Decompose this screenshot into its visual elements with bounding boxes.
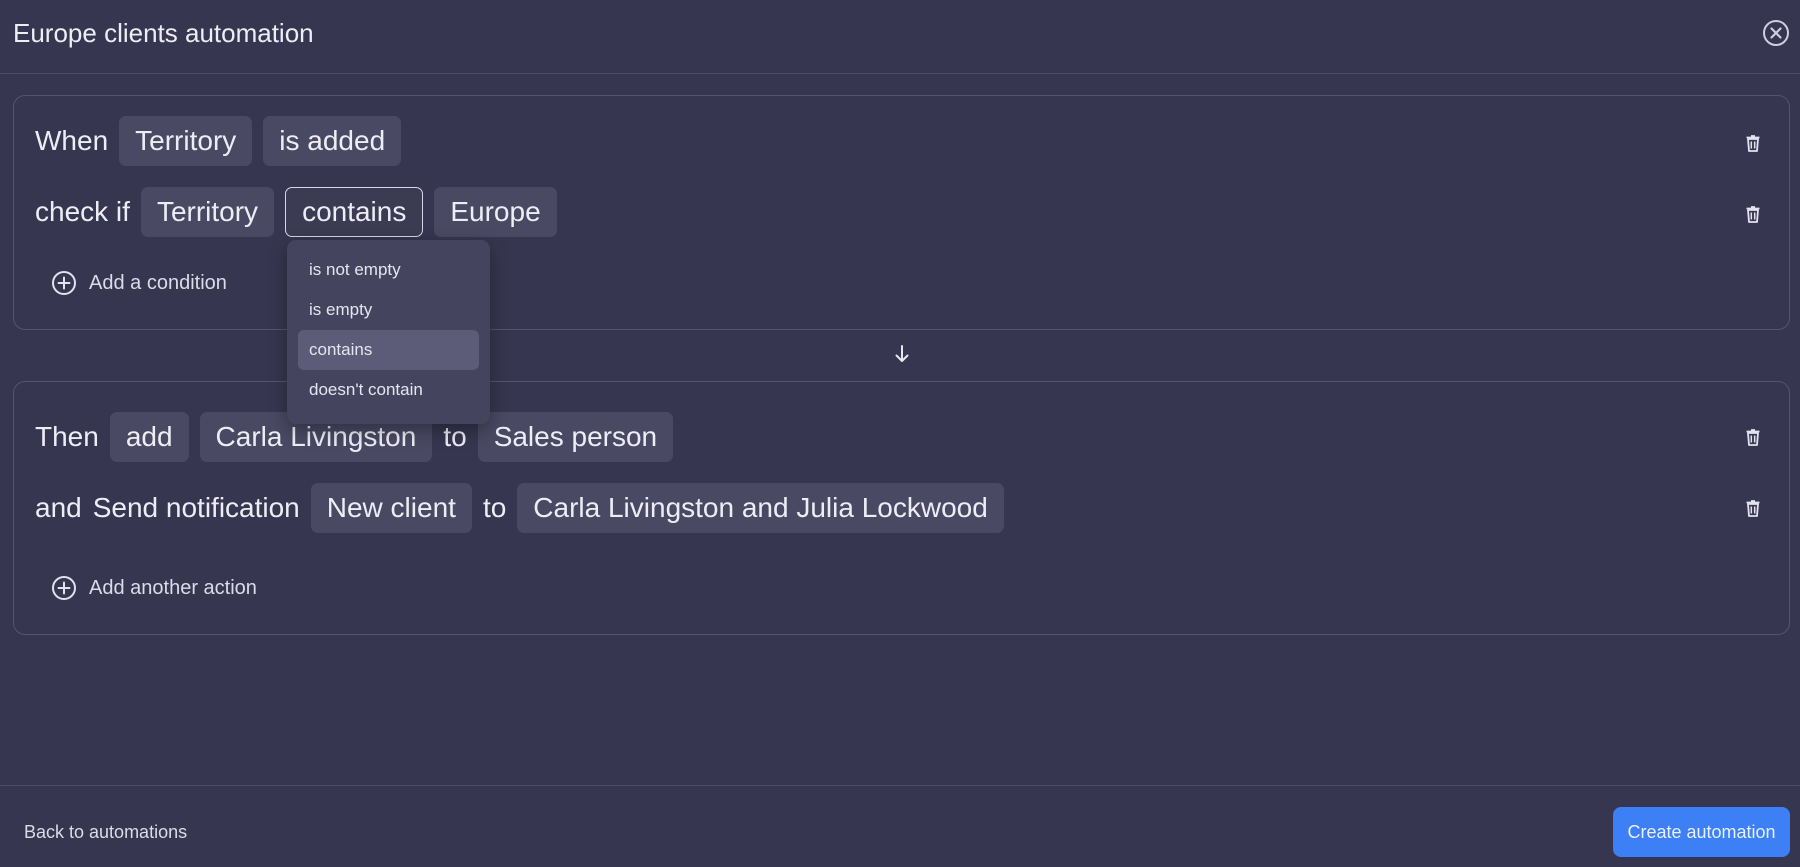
condition-operator-chip[interactable]: contains [285, 187, 424, 237]
trigger-field-chip[interactable]: Territory [119, 116, 253, 166]
create-automation-button[interactable]: Create automation [1613, 807, 1790, 857]
when-label: When [35, 125, 109, 156]
add-action-button[interactable]: Add another action [51, 575, 257, 601]
check-if-label: check if [35, 196, 130, 227]
trash-icon[interactable] [1742, 426, 1764, 448]
to-label: to [443, 421, 467, 452]
condition-field-chip[interactable]: Territory [140, 187, 275, 237]
plus-circle-icon [52, 271, 76, 295]
trigger-row: When Territory is added [35, 116, 412, 166]
condition-row: check if Territory contains Europe [35, 187, 568, 237]
trash-icon[interactable] [1742, 132, 1764, 154]
notification-template-chip[interactable]: New client [310, 483, 472, 533]
and-label: and [35, 492, 82, 523]
notification-recipients-chip[interactable]: Carla Livingston and Julia Lockwood [517, 483, 1004, 533]
add-condition-label: Add a condition [89, 271, 227, 294]
then-label: Then [35, 421, 99, 452]
close-icon[interactable] [1762, 19, 1790, 47]
dropdown-option[interactable]: doesn't contain [298, 370, 479, 410]
modal-footer: Back to automations Create automation [0, 785, 1800, 867]
page-title: Europe clients automation [13, 18, 314, 48]
to-label: to [482, 492, 507, 523]
operator-dropdown-menu: is not empty is empty contains doesn't c… [287, 240, 490, 424]
action-verb-chip[interactable]: add [109, 412, 189, 462]
plus-circle-icon [52, 576, 76, 600]
dropdown-option[interactable]: is empty [298, 290, 479, 330]
add-action-label: Add another action [89, 576, 257, 599]
modal-header: Europe clients automation [0, 0, 1800, 74]
action-target-chip[interactable]: Sales person [477, 412, 674, 462]
dropdown-option-selected[interactable]: contains [298, 330, 479, 370]
trash-icon[interactable] [1742, 203, 1764, 225]
arrow-down-icon [891, 343, 913, 365]
action-row-2: and Send notification New client to Carl… [35, 483, 1015, 533]
trigger-card: When Territory is added check if Territo… [13, 95, 1790, 330]
back-to-automations-link[interactable]: Back to automations [24, 822, 187, 843]
dropdown-option[interactable]: is not empty [298, 250, 479, 290]
trigger-event-chip[interactable]: is added [263, 116, 402, 166]
condition-value-chip[interactable]: Europe [434, 187, 557, 237]
trash-icon[interactable] [1742, 497, 1764, 519]
send-notification-label: Send notification [92, 492, 300, 523]
add-condition-button[interactable]: Add a condition [51, 270, 227, 296]
actions-card: Then add Carla Livingston to Sales perso… [13, 381, 1790, 635]
